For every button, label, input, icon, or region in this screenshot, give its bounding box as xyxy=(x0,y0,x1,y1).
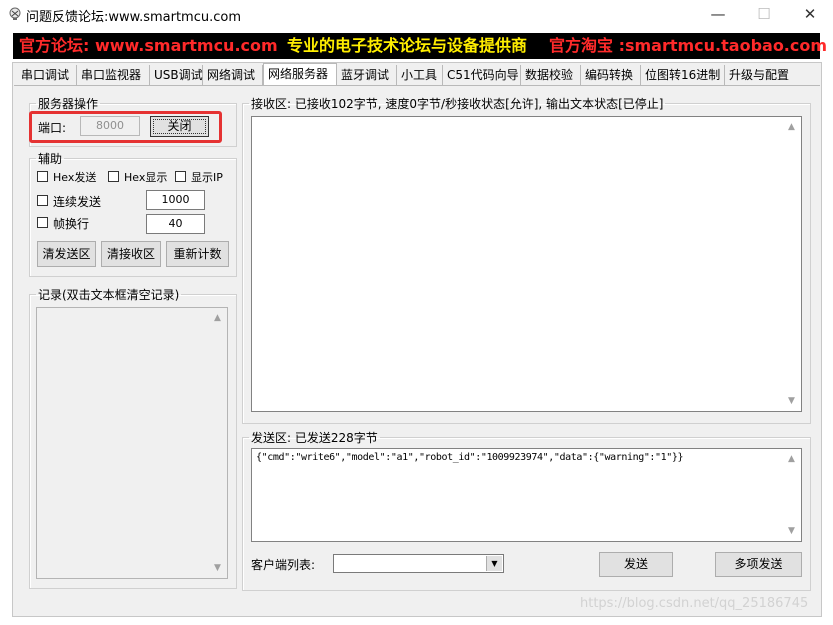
log-textbox[interactable]: ▲ ▼ xyxy=(36,307,228,579)
continuous-interval-input[interactable]: 1000 xyxy=(146,190,205,210)
highlight-box xyxy=(29,111,222,143)
chevron-down-icon[interactable]: ▼ xyxy=(486,556,502,571)
send-group-legend: 发送区: 已发送228字节 xyxy=(251,431,378,445)
hex-display-checkbox[interactable] xyxy=(108,171,119,182)
scroll-down-icon[interactable]: ▼ xyxy=(788,526,795,536)
aux-group-legend: 辅助 xyxy=(38,152,63,166)
title-bar: 问题反馈论坛:www.smartmcu.com — ☐ ✕ xyxy=(0,0,833,29)
receive-group-legend: 接收区: 已接收102字节, 速度0字节/秒接收状态[允许], 输出文本状态[已… xyxy=(251,97,664,111)
tab-network-server[interactable]: 网络服务器 xyxy=(263,63,337,86)
tab-tools[interactable]: 小工具 xyxy=(397,65,443,85)
send-content: {"cmd":"write6","model":"a1","robot_id":… xyxy=(256,452,684,463)
tab-bluetooth-debug[interactable]: 蓝牙调试 xyxy=(337,65,397,85)
hex-send-label: Hex发送 xyxy=(53,171,97,184)
tab-network-debug[interactable]: 网络调试 xyxy=(203,65,263,85)
send-button[interactable]: 发送 xyxy=(599,552,673,577)
tab-bar: 串口调试 串口监视器 USB调试 网络调试 网络服务器 蓝牙调试 小工具 C51… xyxy=(13,63,821,86)
clear-send-button[interactable]: 清发送区 xyxy=(37,241,96,267)
window-title: 问题反馈论坛:www.smartmcu.com xyxy=(26,10,242,25)
banner-forum-link[interactable]: 官方论坛: www.smartmcu.com xyxy=(19,33,278,59)
tab-bitmap-hex[interactable]: 位图转16进制 xyxy=(641,65,725,85)
receive-textbox[interactable]: ▲ ▼ xyxy=(251,116,802,412)
tab-checksum[interactable]: 数据校验 xyxy=(521,65,581,85)
watermark: https://blog.csdn.net/qq_25186745 xyxy=(580,596,809,611)
frame-newline-label: 帧换行 xyxy=(53,217,90,231)
client-list-select[interactable]: ▼ xyxy=(333,554,504,573)
banner-slogan: 专业的电子技术论坛与设备提供商 xyxy=(287,36,528,55)
scroll-up-icon[interactable]: ▲ xyxy=(214,313,221,323)
scroll-down-icon[interactable]: ▼ xyxy=(788,396,795,406)
tab-usb-debug[interactable]: USB调试 xyxy=(150,65,203,85)
recount-button[interactable]: 重新计数 xyxy=(166,241,229,267)
send-scrollbar[interactable]: ▲ ▼ xyxy=(785,450,800,540)
ad-banner[interactable]: 官方论坛: www.smartmcu.com 专业的电子技术论坛与设备提供商 官… xyxy=(13,33,827,59)
scroll-down-icon[interactable]: ▼ xyxy=(214,563,221,573)
tab-serial-monitor[interactable]: 串口监视器 xyxy=(77,65,150,85)
app-icon xyxy=(9,7,21,20)
hex-display-label: Hex显示 xyxy=(124,171,168,184)
scroll-up-icon[interactable]: ▲ xyxy=(788,454,795,464)
multi-send-button[interactable]: 多项发送 xyxy=(715,552,802,577)
clear-recv-button[interactable]: 清接收区 xyxy=(101,241,161,267)
send-textbox[interactable]: {"cmd":"write6","model":"a1","robot_id":… xyxy=(251,448,802,542)
banner-shop-link[interactable]: 官方淘宝 :smartmcu.taobao.com xyxy=(549,33,827,59)
log-group-legend: 记录(双击文本框清空记录) xyxy=(38,288,180,302)
tab-serial-debug[interactable]: 串口调试 xyxy=(17,65,77,85)
maximize-button[interactable]: ☐ xyxy=(741,0,787,29)
close-window-button[interactable]: ✕ xyxy=(787,0,833,29)
frame-newline-checkbox[interactable] xyxy=(37,217,48,228)
tab-c51-wizard[interactable]: C51代码向导 xyxy=(443,65,521,85)
server-group-legend: 服务器操作 xyxy=(38,97,99,111)
show-ip-checkbox[interactable] xyxy=(175,171,186,182)
log-scrollbar[interactable]: ▲ ▼ xyxy=(211,309,226,577)
frame-length-input[interactable]: 40 xyxy=(146,214,205,234)
continuous-send-label: 连续发送 xyxy=(53,195,102,209)
minimize-button[interactable]: — xyxy=(695,0,741,29)
tab-encoding[interactable]: 编码转换 xyxy=(581,65,641,85)
scroll-up-icon[interactable]: ▲ xyxy=(788,122,795,132)
show-ip-label: 显示IP xyxy=(191,171,223,184)
continuous-send-checkbox[interactable] xyxy=(37,195,48,206)
hex-send-checkbox[interactable] xyxy=(37,171,48,182)
tab-upgrade-config[interactable]: 升级与配置 xyxy=(725,65,795,85)
receive-scrollbar[interactable]: ▲ ▼ xyxy=(785,118,800,410)
client-list-label: 客户端列表: xyxy=(251,558,316,572)
